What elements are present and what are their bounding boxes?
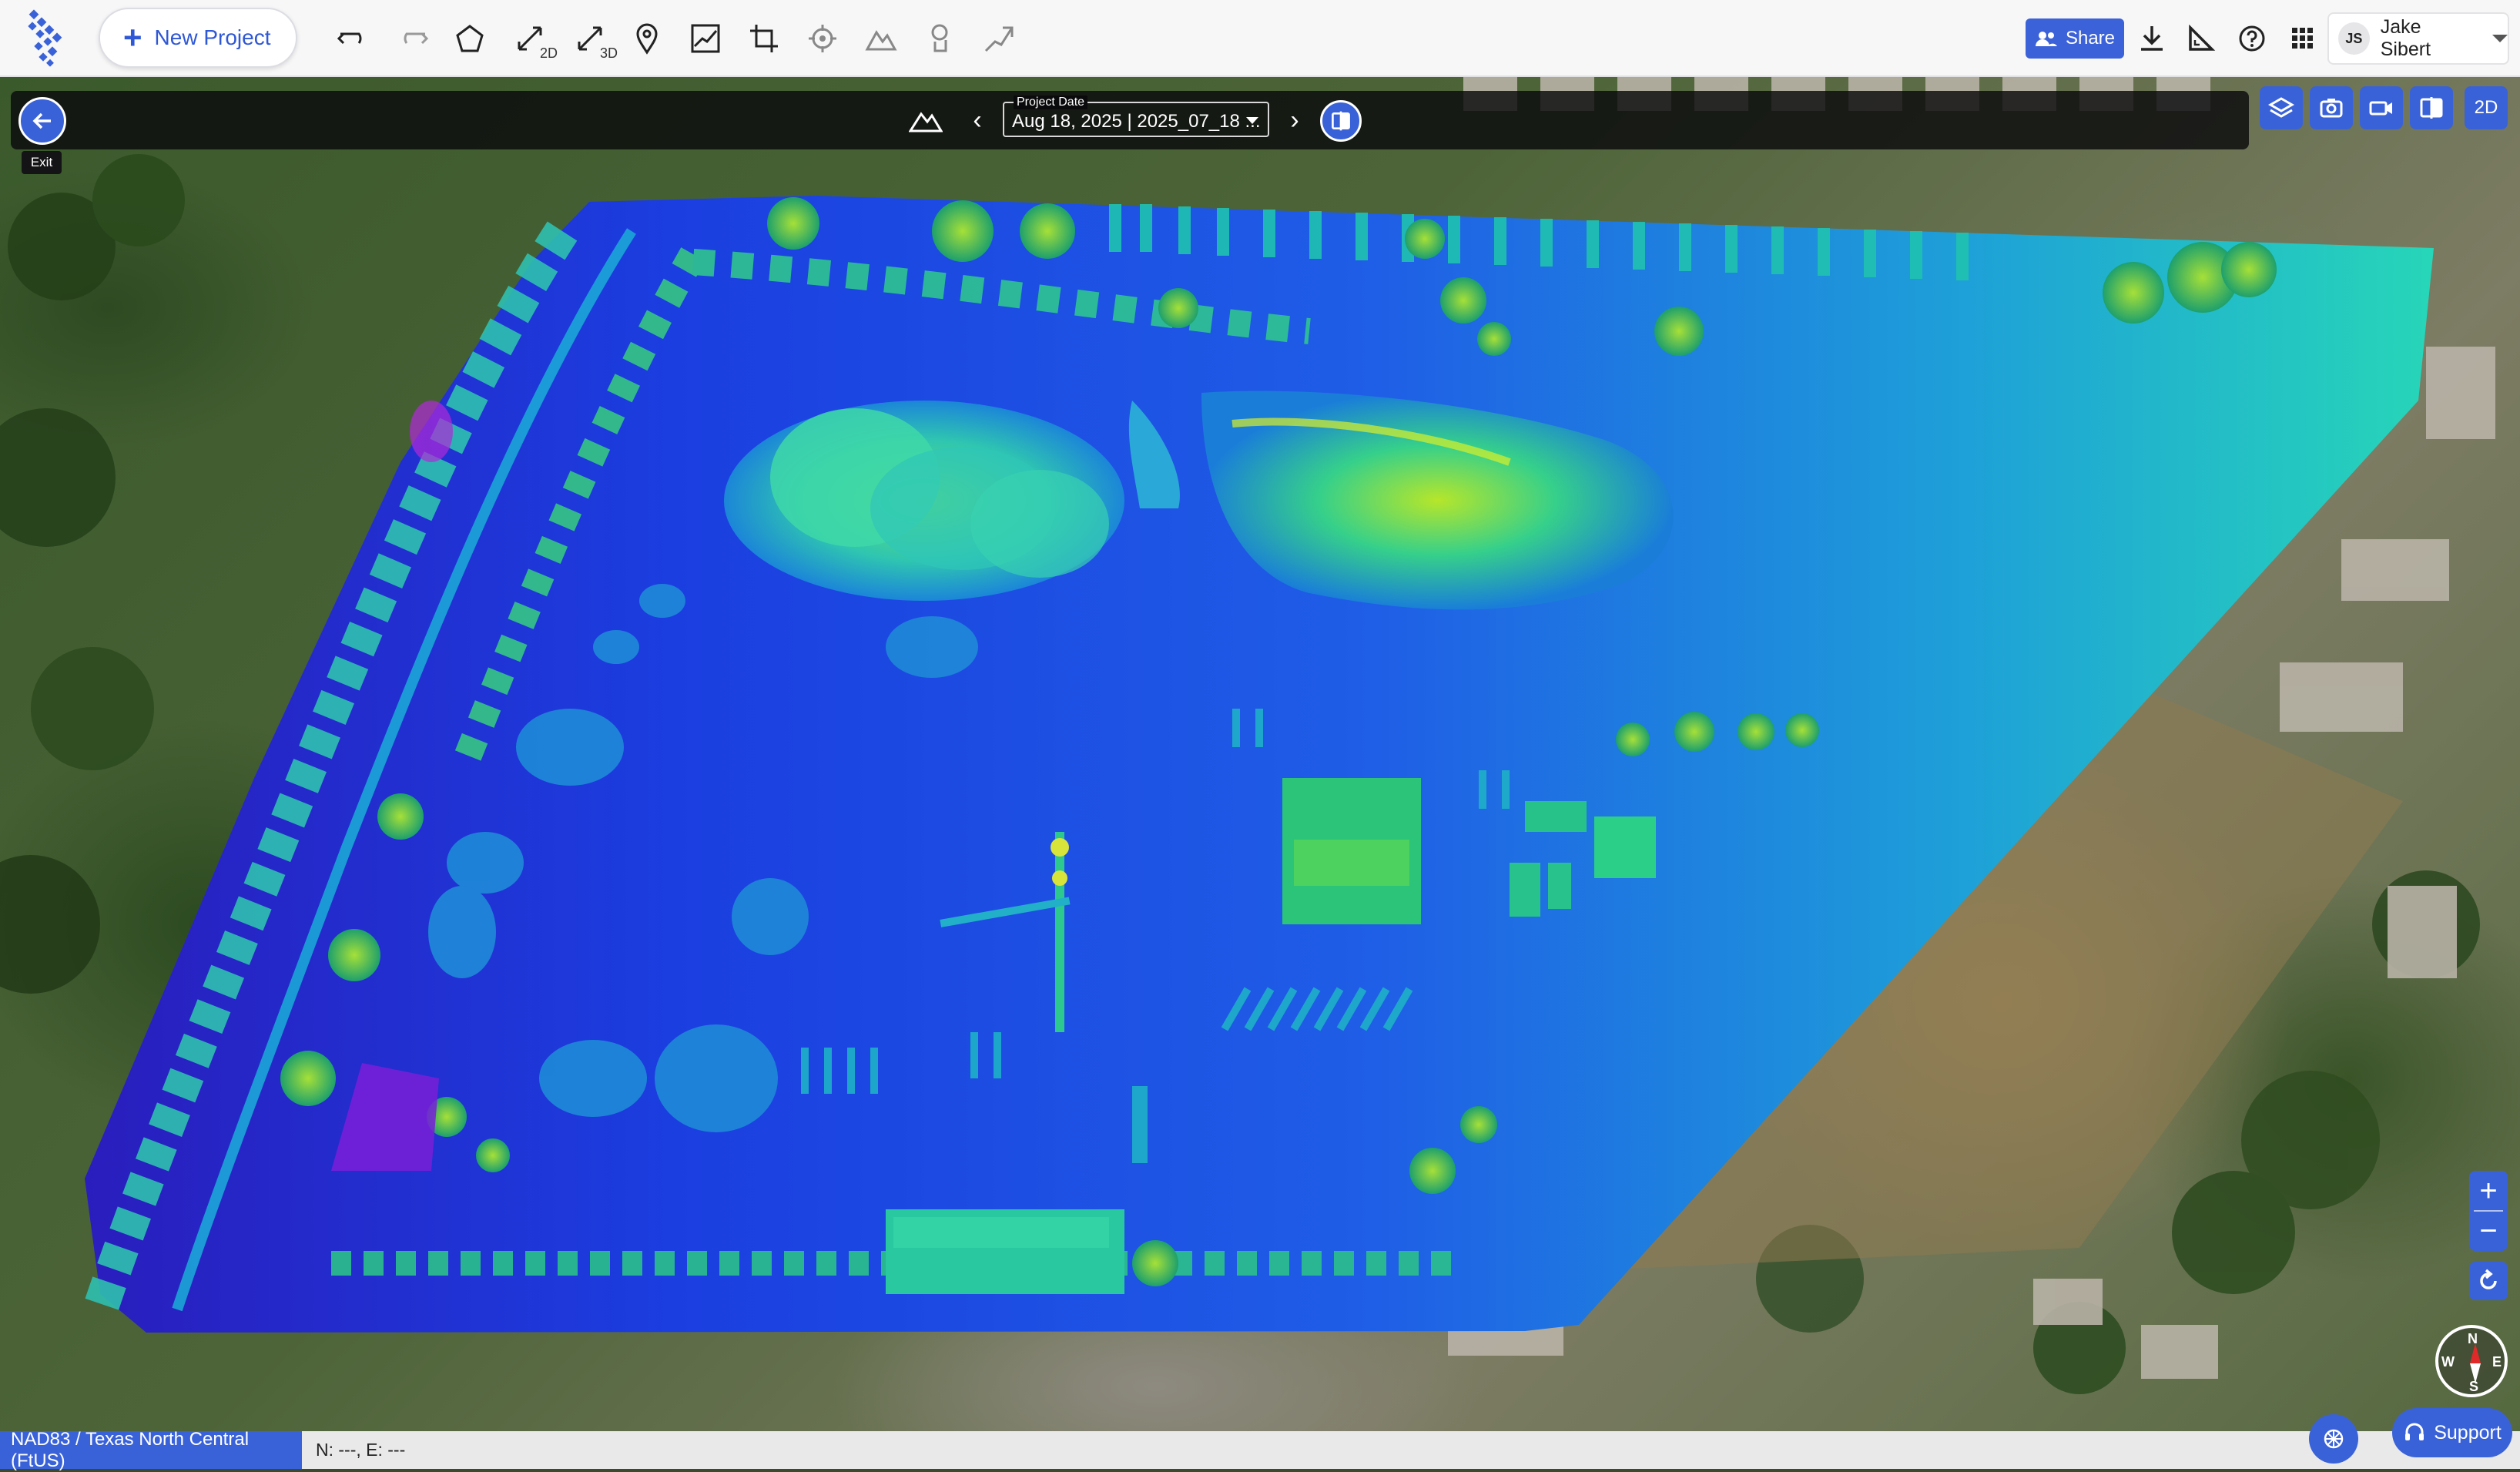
compare-icon — [1332, 111, 1350, 131]
profile-icon — [691, 24, 720, 53]
zoom-out-button[interactable]: − — [2469, 1211, 2508, 1251]
avatar: JS — [2338, 22, 2370, 55]
volume-icon — [865, 30, 897, 51]
ruler-button[interactable] — [2181, 18, 2221, 59]
camera-icon — [2320, 99, 2343, 118]
redo-button[interactable] — [393, 18, 433, 59]
top-toolbar: + New Project 2D 3D Share JS Jake Sibert — [0, 0, 2520, 77]
compass[interactable]: N E S W — [2435, 1325, 2508, 1397]
help-button[interactable] — [2232, 18, 2272, 59]
download-icon — [2141, 26, 2163, 51]
location-tool[interactable] — [627, 18, 667, 59]
view-mode-toggle[interactable]: 2D — [2465, 86, 2508, 129]
status-bar: NAD83 / Texas North Central (FtUS) N: --… — [0, 1429, 2520, 1471]
compass-needle-icon — [2470, 1343, 2481, 1363]
apps-grid-icon — [2292, 28, 2313, 49]
redo-icon — [404, 32, 429, 45]
hand-pointer-tool[interactable] — [920, 18, 960, 59]
layers-icon — [2268, 97, 2294, 118]
target-icon — [809, 25, 836, 52]
crs-selector[interactable]: NAD83 / Texas North Central (FtUS) — [0, 1429, 302, 1471]
measure-2d-tool[interactable]: 2D — [510, 18, 558, 61]
chevron-down-icon — [1246, 117, 1258, 124]
arrow-left-icon — [32, 112, 51, 129]
polygon-tool[interactable] — [450, 18, 490, 59]
download-button[interactable] — [2132, 18, 2172, 59]
chevron-down-icon — [2492, 35, 2508, 42]
compass-west: W — [2441, 1354, 2455, 1370]
pen-tool[interactable] — [978, 18, 1018, 59]
compass-needle-tail — [2470, 1363, 2481, 1383]
support-label: Support — [2434, 1421, 2502, 1443]
polygon-icon — [456, 25, 484, 52]
split-view-icon — [2420, 97, 2443, 119]
help-icon — [2239, 25, 2265, 52]
compare-button[interactable] — [1320, 100, 1362, 142]
user-menu[interactable]: JS Jake Sibert — [2327, 12, 2509, 65]
apps-grid-button[interactable] — [2283, 18, 2323, 59]
screenshot-button[interactable] — [2310, 86, 2353, 129]
measure-2d-sub: 2D — [539, 45, 558, 61]
crop-icon — [750, 25, 778, 52]
share-label: Share — [2065, 28, 2116, 49]
exit-tooltip: Exit — [22, 151, 62, 174]
layers-button[interactable] — [2260, 86, 2303, 129]
video-camera-icon — [2369, 101, 2392, 116]
elevation-overlay — [0, 77, 2495, 1394]
compass-east: E — [2492, 1354, 2502, 1370]
support-button[interactable]: Support — [2392, 1408, 2512, 1457]
measure-3d-sub: 3D — [599, 45, 618, 61]
terrain-icon[interactable] — [909, 106, 943, 134]
user-name: Jake Sibert — [2380, 16, 2431, 60]
people-icon — [2035, 32, 2057, 46]
hand-pointer-icon — [931, 24, 948, 52]
volume-tool[interactable] — [861, 18, 901, 59]
map-view[interactable] — [0, 77, 2520, 1433]
project-date-select[interactable]: Project Date Aug 18, 2025 | 2025_07_18 .… — [1003, 96, 1269, 137]
app-logo-icon[interactable] — [26, 8, 69, 69]
video-button[interactable] — [2360, 86, 2403, 129]
ruler-icon — [2189, 24, 2216, 51]
project-date-caption: Project Date — [1014, 96, 1088, 109]
new-project-label: New Project — [154, 25, 271, 49]
zoom-divider — [2474, 1210, 2503, 1212]
next-date-button[interactable]: › — [1283, 105, 1306, 136]
undo-icon — [337, 32, 362, 45]
assistant-button[interactable] — [2309, 1414, 2358, 1464]
target-tool[interactable] — [803, 18, 843, 59]
new-project-button[interactable]: + New Project — [99, 8, 297, 68]
zoom-in-button[interactable]: + — [2469, 1171, 2508, 1211]
prev-date-button[interactable]: ‹ — [966, 105, 989, 136]
exit-button[interactable] — [18, 97, 66, 145]
split-view-button[interactable] — [2410, 86, 2453, 129]
sparkle-icon — [2324, 1429, 2344, 1449]
share-button[interactable]: Share — [2026, 18, 2124, 59]
rotate-icon — [2480, 1269, 2497, 1289]
crop-tool[interactable] — [744, 18, 784, 59]
undo-button[interactable] — [333, 18, 373, 59]
headset-icon — [2405, 1423, 2424, 1440]
measure-3d-tool[interactable]: 3D — [570, 18, 618, 61]
profile-tool[interactable] — [685, 18, 726, 59]
zoom-controls: + − — [2469, 1171, 2508, 1251]
pen-tool-icon — [984, 26, 1014, 52]
cursor-coordinates: N: ---, E: --- — [316, 1440, 406, 1460]
plus-icon: + — [123, 19, 142, 55]
rotate-button[interactable] — [2469, 1262, 2508, 1300]
location-pin-icon — [636, 23, 658, 55]
project-date-value: Aug 18, 2025 | 2025_07_18 ... — [1012, 111, 1261, 132]
